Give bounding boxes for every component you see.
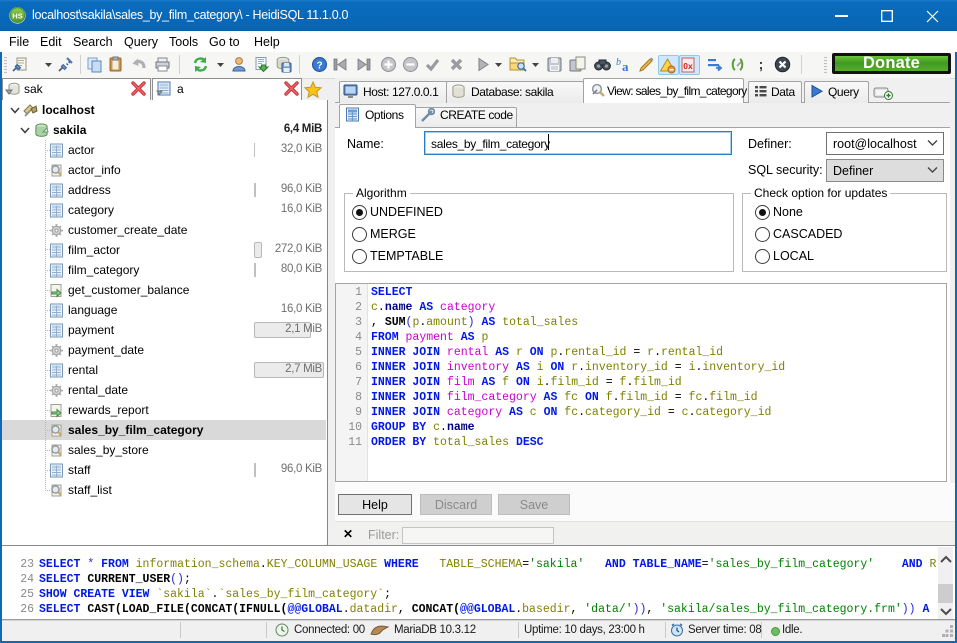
svg-text:HS: HS xyxy=(12,11,22,20)
svg-text:0x: 0x xyxy=(683,61,693,71)
svg-text:;: ; xyxy=(759,56,764,72)
svg-text:a: a xyxy=(622,59,629,73)
svg-text:?: ? xyxy=(316,61,322,72)
svg-text:b: b xyxy=(616,57,621,68)
